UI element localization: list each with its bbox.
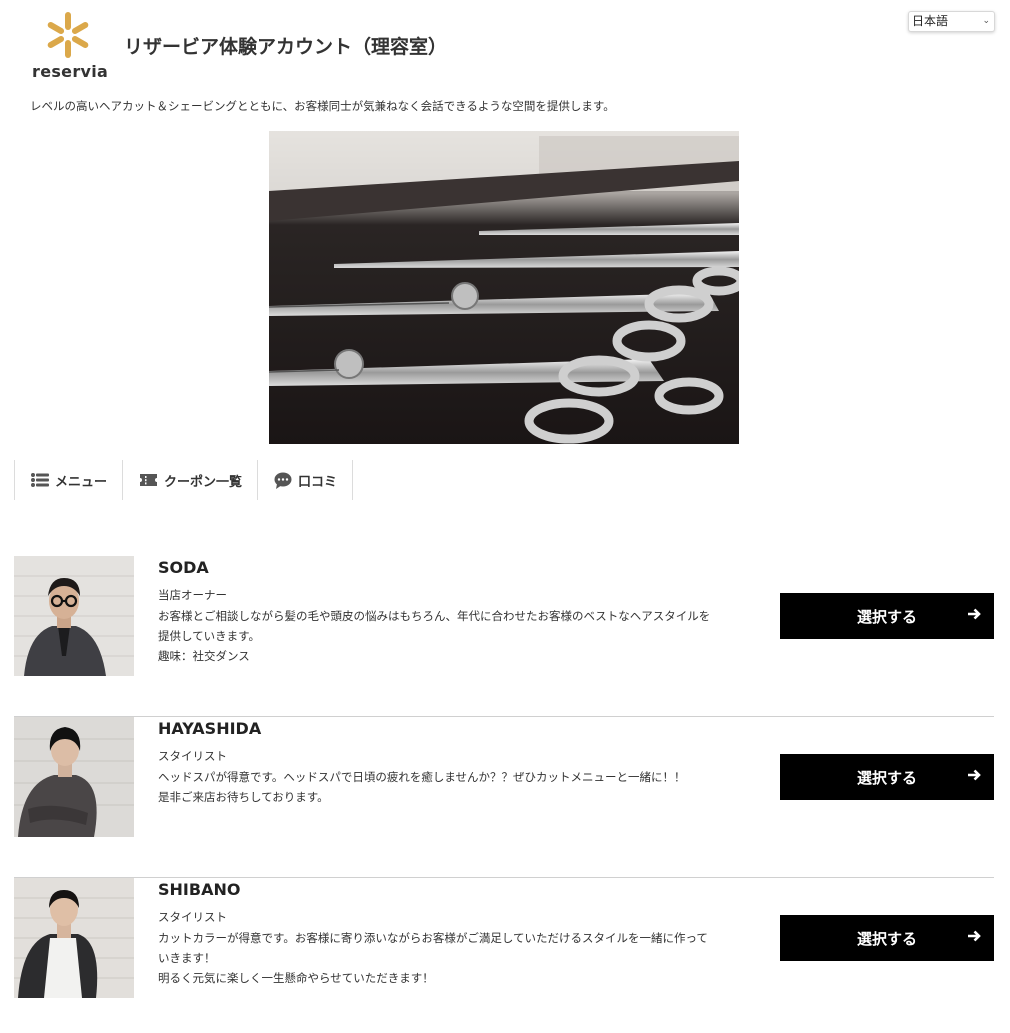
- language-select[interactable]: 日本語 ⌄: [908, 11, 995, 32]
- staff-name: SHIBANO: [158, 880, 241, 899]
- select-button-label: 選択する: [856, 768, 917, 787]
- staff-role: 当店オーナー: [158, 588, 227, 602]
- staff-bio: カットカラーが得意です。お客様に寄り添いながらお客様がご満足していただけるスタイ…: [158, 928, 748, 988]
- staff-item-soda: SODA 当店オーナー お客様とご相談しながら髪の毛や頭皮の悩みはもちろん、年代…: [14, 556, 994, 717]
- staff-item-hayashida: HAYASHIDA スタイリスト ヘッドスパが得意です。ヘッドスパで日頃の疲れを…: [14, 717, 994, 878]
- asterisk-logo-icon: [47, 12, 89, 58]
- staff-bio: ヘッドスパが得意です。ヘッドスパで日頃の疲れを癒しませんか？？ぜひカットメニュー…: [158, 767, 748, 807]
- arrow-right-icon: [966, 767, 982, 787]
- tab-menu[interactable]: メニュー: [15, 460, 124, 500]
- tab-reviews[interactable]: 口コミ: [258, 460, 354, 500]
- staff-bio-line: お客様とご相談しながら髪の毛や頭皮の悩みはもちろん、年代に合わせたお客様のベスト…: [158, 609, 711, 623]
- comment-icon: [274, 472, 292, 489]
- staff-bio-line: ヘッドスパが得意です。ヘッドスパで日頃の疲れを癒しませんか？？ぜひカットメニュー…: [158, 770, 686, 784]
- staff-name: HAYASHIDA: [158, 719, 262, 738]
- staff-role: スタイリスト: [158, 749, 227, 763]
- staff-bio: お客様とご相談しながら髪の毛や頭皮の悩みはもちろん、年代に合わせたお客様のベスト…: [158, 606, 748, 666]
- staff-bio-line: 趣味：社交ダンス: [158, 649, 250, 663]
- select-staff-button[interactable]: 選択する: [780, 593, 994, 639]
- staff-role: スタイリスト: [158, 910, 227, 924]
- tab-coupons-label: クーポン一覧: [164, 474, 243, 490]
- logo-text: reservia: [32, 62, 109, 81]
- staff-bio-line: 是非ご来店お待ちしております。: [158, 790, 329, 804]
- shop-description: レベルの高いヘアカット＆シェービングとともに、お客様同士が気兼ねなく会話できるよ…: [30, 99, 615, 113]
- staff-photo: [14, 717, 134, 837]
- staff-bio-line: カットカラーが得意です。お客様に寄り添いながらお客様がご満足していただけるスタイ…: [158, 931, 708, 945]
- select-button-label: 選択する: [856, 607, 917, 626]
- staff-item-shibano: SHIBANO スタイリスト カットカラーが得意です。お客様に寄り添いながらお客…: [14, 878, 994, 1033]
- staff-photo: [14, 878, 134, 998]
- reservia-logo: reservia: [30, 10, 109, 82]
- chevron-down-icon: ⌄: [982, 16, 990, 26]
- page-title: リザービア体験アカウント（理容室）: [124, 36, 448, 58]
- arrow-right-icon: [966, 606, 982, 626]
- hero-image-scissors: [269, 131, 739, 444]
- list-icon: [31, 473, 49, 487]
- tab-reviews-label: 口コミ: [298, 474, 338, 490]
- select-button-label: 選択する: [856, 929, 917, 948]
- staff-name: SODA: [158, 558, 209, 577]
- staff-bio-line: いきます！: [158, 951, 216, 965]
- tab-coupons[interactable]: クーポン一覧: [123, 460, 259, 500]
- arrow-right-icon: [966, 928, 982, 948]
- staff-photo: [14, 556, 134, 676]
- ticket-icon: [139, 473, 158, 487]
- tab-menu-label: メニュー: [55, 474, 108, 490]
- staff-bio-line: 提供していきます。: [158, 629, 261, 643]
- shop-tabs: メニュー クーポン一覧 口コミ: [14, 460, 354, 500]
- select-staff-button[interactable]: 選択する: [780, 754, 994, 800]
- staff-bio-line: 明るく元気に楽しく一生懸命やらせていただきます！: [158, 971, 434, 985]
- language-select-value: 日本語: [912, 14, 949, 28]
- select-staff-button[interactable]: 選択する: [780, 915, 994, 961]
